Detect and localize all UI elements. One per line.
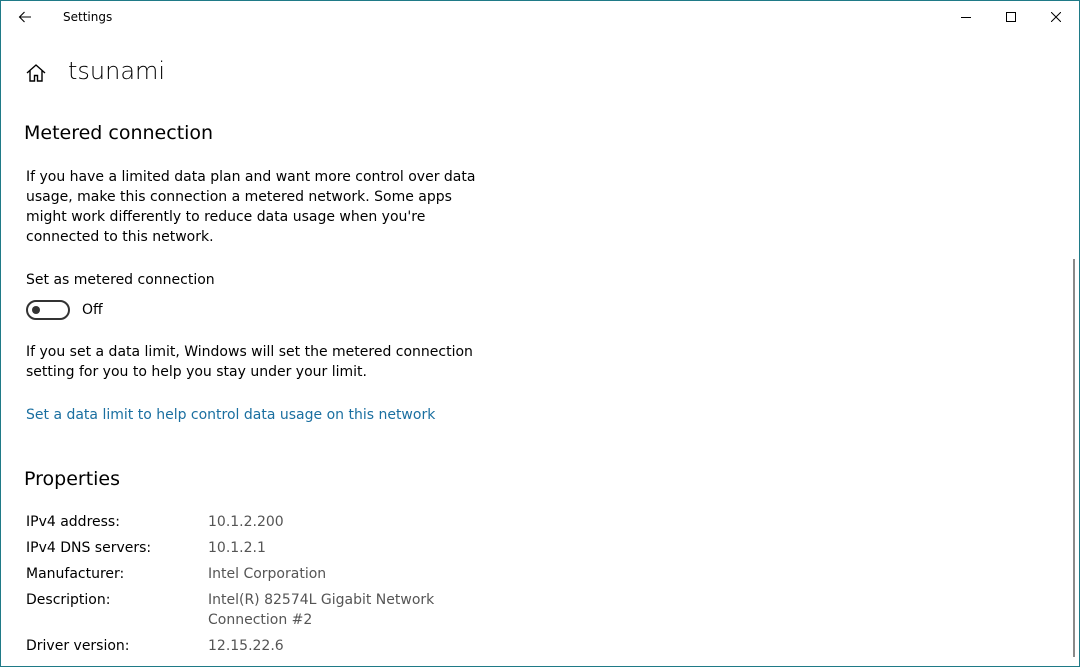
property-label: IPv4 DNS servers: xyxy=(26,540,152,556)
property-value: 10.1.2.200 xyxy=(208,514,284,530)
settings-window: Settings tsunami Metered connection If y… xyxy=(0,0,1080,667)
toggle-knob xyxy=(32,306,40,314)
metered-toggle-label: Set as metered connection xyxy=(26,272,215,288)
home-button[interactable] xyxy=(25,62,47,84)
close-icon xyxy=(1051,12,1061,22)
data-limit-info: If you set a data limit, Windows will se… xyxy=(26,344,473,380)
metered-toggle[interactable] xyxy=(26,300,70,320)
set-data-limit-link[interactable]: Set a data limit to help control data us… xyxy=(26,407,435,423)
property-value: Intel Corporation xyxy=(208,566,327,582)
metered-description: If you have a limited data plan and want… xyxy=(26,169,476,245)
maximize-icon xyxy=(1006,12,1016,22)
property-label: IPv4 address: xyxy=(26,514,120,530)
toggle-state-text: Off xyxy=(82,302,103,318)
close-button[interactable] xyxy=(1033,1,1079,33)
back-button[interactable] xyxy=(9,3,41,31)
minimize-icon xyxy=(961,17,971,18)
page-title: tsunami xyxy=(68,57,166,85)
property-label: Driver version: xyxy=(26,638,130,654)
scrollbar[interactable] xyxy=(1073,259,1075,657)
properties-section-title: Properties xyxy=(24,468,121,490)
property-value: 12.15.22.6 xyxy=(208,638,284,654)
back-arrow-icon xyxy=(18,11,31,23)
property-value: 10.1.2.1 xyxy=(208,540,266,556)
metered-section-title: Metered connection xyxy=(24,122,214,144)
property-value: Intel(R) 82574L Gigabit Network Connecti… xyxy=(208,592,435,628)
property-label: Manufacturer: xyxy=(26,566,125,582)
minimize-button[interactable] xyxy=(943,1,989,33)
maximize-button[interactable] xyxy=(988,1,1034,33)
title-bar: Settings xyxy=(1,1,1079,33)
home-icon xyxy=(26,64,46,82)
property-label: Description: xyxy=(26,592,111,608)
window-title: Settings xyxy=(63,10,113,24)
